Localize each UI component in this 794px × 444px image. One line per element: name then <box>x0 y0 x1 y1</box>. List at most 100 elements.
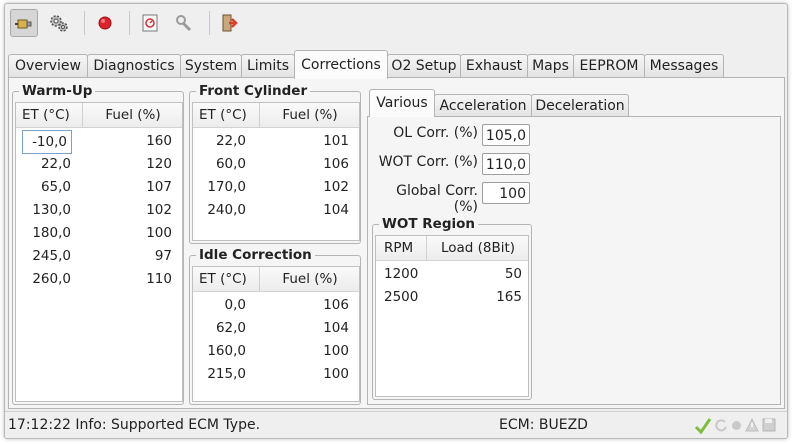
wot-corr-input[interactable]: 110,0 <box>482 153 530 175</box>
global-corr-label: Global Corr. (%) <box>396 183 478 215</box>
front-cylinder-group: Front Cylinder ET (°C) Fuel (%) 22,0 101… <box>189 83 361 244</box>
table-cell-fuel[interactable]: 106 <box>289 294 349 316</box>
wot-region-table[interactable]: RPM Load (8Bit) 1200 50 2500 165 <box>375 235 529 397</box>
col-header-load[interactable]: Load (8Bit) <box>426 236 529 260</box>
table-cell-fuel[interactable]: 102 <box>112 199 172 221</box>
table-cell-fuel[interactable]: 104 <box>289 199 349 221</box>
table-cell-fuel[interactable]: 100 <box>289 363 349 385</box>
idle-correction-group: Idle Correction ET (°C) Fuel (%) 0,0 106… <box>189 247 361 405</box>
table-cell-et[interactable]: 65,0 <box>22 176 71 198</box>
various-page: OL Corr. (%) 105,0 WOT Corr. (%) 110,0 G… <box>367 116 781 405</box>
warmup-group: Warm-Up ET (°C) Fuel (%) -10,0 160 22,0 … <box>12 83 184 405</box>
table-cell-et[interactable]: 22,0 <box>22 153 71 175</box>
col-header-et[interactable]: ET (°C) <box>22 103 70 127</box>
table-cell-fuel[interactable]: 102 <box>289 176 349 198</box>
wot-region-title: WOT Region <box>379 216 479 232</box>
table-cell-et[interactable]: 130,0 <box>22 199 71 221</box>
tab-deceleration[interactable]: Deceleration <box>531 94 629 117</box>
tab-exhaust[interactable]: Exhaust <box>460 54 528 77</box>
table-header: RPM Load (8Bit) <box>376 236 528 261</box>
table-cell-load[interactable]: 50 <box>466 263 522 285</box>
tab-overview[interactable]: Overview <box>8 54 88 77</box>
tab-o2-setup[interactable]: O2 Setup <box>387 54 461 77</box>
table-cell-et[interactable]: 62,0 <box>199 317 246 339</box>
tab-maps[interactable]: Maps <box>527 54 574 77</box>
col-header-fuel[interactable]: Fuel (%) <box>259 103 360 127</box>
status-message: 17:12:22 Info: Supported ECM Type. <box>8 417 261 433</box>
col-header-fuel[interactable]: Fuel (%) <box>82 103 183 127</box>
table-header: ET (°C) Fuel (%) <box>193 267 359 292</box>
table-cell-rpm[interactable]: 1200 <box>384 263 418 285</box>
tab-corrections[interactable]: Corrections <box>294 50 388 79</box>
tab-acceleration[interactable]: Acceleration <box>434 94 532 117</box>
status-bar: 17:12:22 Info: Supported ECM Type. ECM: … <box>5 411 787 438</box>
toolbar-separator <box>84 11 85 35</box>
table-cell-fuel[interactable]: 97 <box>112 245 172 267</box>
record-icon <box>98 16 112 30</box>
corrections-page: Warm-Up ET (°C) Fuel (%) -10,0 160 22,0 … <box>8 77 785 409</box>
log-icon <box>142 14 158 32</box>
front-cylinder-title: Front Cylinder <box>196 83 311 99</box>
global-corr-input[interactable]: 100 <box>482 182 530 204</box>
main-tabbar: Overview Diagnostics System Limits Corre… <box>8 50 787 79</box>
tools-button[interactable] <box>170 9 198 37</box>
table-cell-fuel[interactable]: 107 <box>112 176 172 198</box>
col-header-et[interactable]: ET (°C) <box>199 103 247 127</box>
table-cell-rpm[interactable]: 2500 <box>384 286 418 308</box>
connect-button[interactable] <box>10 9 38 37</box>
tab-eeprom[interactable]: EEPROM <box>573 54 645 77</box>
tab-system[interactable]: System <box>180 54 242 77</box>
wot-corr-label: WOT Corr. (%) <box>378 154 478 170</box>
warmup-table[interactable]: ET (°C) Fuel (%) -10,0 160 22,0 120 65,0… <box>15 102 183 402</box>
table-cell-fuel[interactable]: 104 <box>289 317 349 339</box>
table-cell-et[interactable]: 170,0 <box>199 176 246 198</box>
idle-correction-title: Idle Correction <box>196 247 315 263</box>
wot-region-group: WOT Region RPM Load (8Bit) 1200 50 2500 … <box>372 216 532 400</box>
tab-messages[interactable]: Messages <box>644 54 724 77</box>
table-cell-et[interactable]: 245,0 <box>22 245 71 267</box>
toolbar-separator <box>129 11 130 35</box>
table-cell-fuel[interactable]: 106 <box>289 153 349 175</box>
tab-diagnostics[interactable]: Diagnostics <box>87 54 181 77</box>
front-cylinder-table[interactable]: ET (°C) Fuel (%) 22,0 101 60,0 106 170,0… <box>192 102 360 241</box>
check-icon <box>694 418 712 435</box>
table-header: ET (°C) Fuel (%) <box>193 103 359 128</box>
status-dot-icon <box>732 421 741 430</box>
record-button[interactable] <box>91 9 119 37</box>
table-cell-fuel[interactable]: 100 <box>289 340 349 362</box>
table-cell-et[interactable]: 260,0 <box>22 268 71 290</box>
table-cell-fuel[interactable]: 100 <box>112 222 172 244</box>
ol-corr-input[interactable]: 105,0 <box>482 124 530 146</box>
warmup-title: Warm-Up <box>19 83 96 99</box>
refresh-icon <box>715 419 727 432</box>
main-window: Overview Diagnostics System Limits Corre… <box>4 3 788 439</box>
ecm-type: ECM: BUEZD <box>499 417 588 433</box>
table-cell-fuel[interactable]: 160 <box>112 130 172 152</box>
tools-icon <box>176 15 192 32</box>
exit-button[interactable] <box>216 9 244 37</box>
col-header-rpm[interactable]: RPM <box>384 236 413 260</box>
tab-various[interactable]: Various <box>369 89 435 117</box>
table-cell-et[interactable]: 22,0 <box>199 130 246 152</box>
table-cell-et[interactable]: 160,0 <box>199 340 246 362</box>
table-cell-fuel[interactable]: 120 <box>112 153 172 175</box>
table-cell-et[interactable]: 0,0 <box>199 294 246 316</box>
table-cell-et[interactable]: 180,0 <box>22 222 71 244</box>
table-cell-et[interactable]: 240,0 <box>199 199 246 221</box>
table-cell-et[interactable]: 60,0 <box>199 153 246 175</box>
table-cell-et[interactable]: -10,0 <box>22 130 72 154</box>
tab-limits[interactable]: Limits <box>241 54 295 77</box>
log-button[interactable] <box>136 9 164 37</box>
table-cell-et[interactable]: 215,0 <box>199 363 246 385</box>
col-header-et[interactable]: ET (°C) <box>199 267 247 291</box>
connect-icon <box>15 19 32 29</box>
table-cell-load[interactable]: 165 <box>466 286 522 308</box>
warning-icon <box>745 418 759 432</box>
table-cell-fuel[interactable]: 110 <box>112 268 172 290</box>
settings-button[interactable] <box>45 9 73 37</box>
idle-correction-table[interactable]: ET (°C) Fuel (%) 0,0 106 62,0 104 160,0 … <box>192 266 360 402</box>
save-icon <box>762 418 776 432</box>
toolbar <box>5 4 787 42</box>
table-cell-fuel[interactable]: 101 <box>289 130 349 152</box>
col-header-fuel[interactable]: Fuel (%) <box>259 267 360 291</box>
